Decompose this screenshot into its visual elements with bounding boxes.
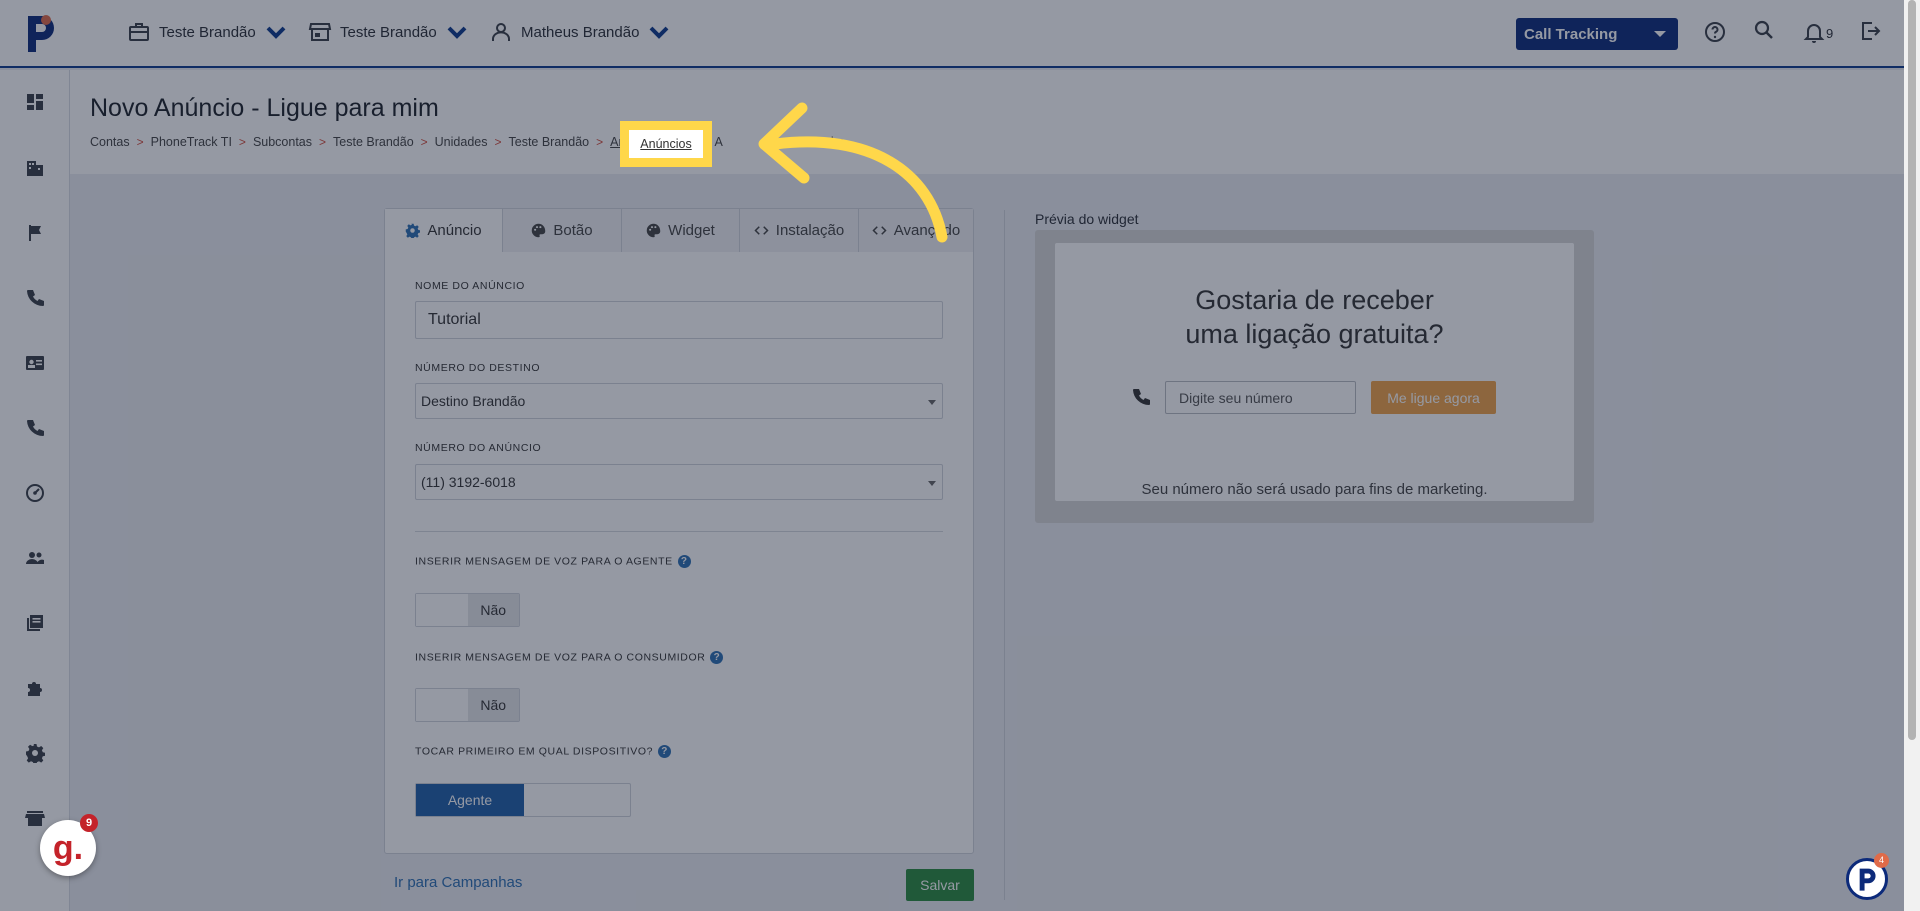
chat-widget-count: 9 — [80, 814, 98, 832]
curved-arrow-icon — [758, 102, 948, 243]
scrollbar-thumb[interactable] — [1908, 0, 1916, 740]
phonetrack-logo — [1859, 868, 1876, 891]
phonetrack-widget-count: 4 — [1874, 853, 1889, 868]
g-logo: g. — [52, 828, 84, 867]
spotlight-anuncios[interactable]: Anúncios — [620, 121, 712, 167]
vertical-scrollbar[interactable] — [1904, 0, 1920, 911]
